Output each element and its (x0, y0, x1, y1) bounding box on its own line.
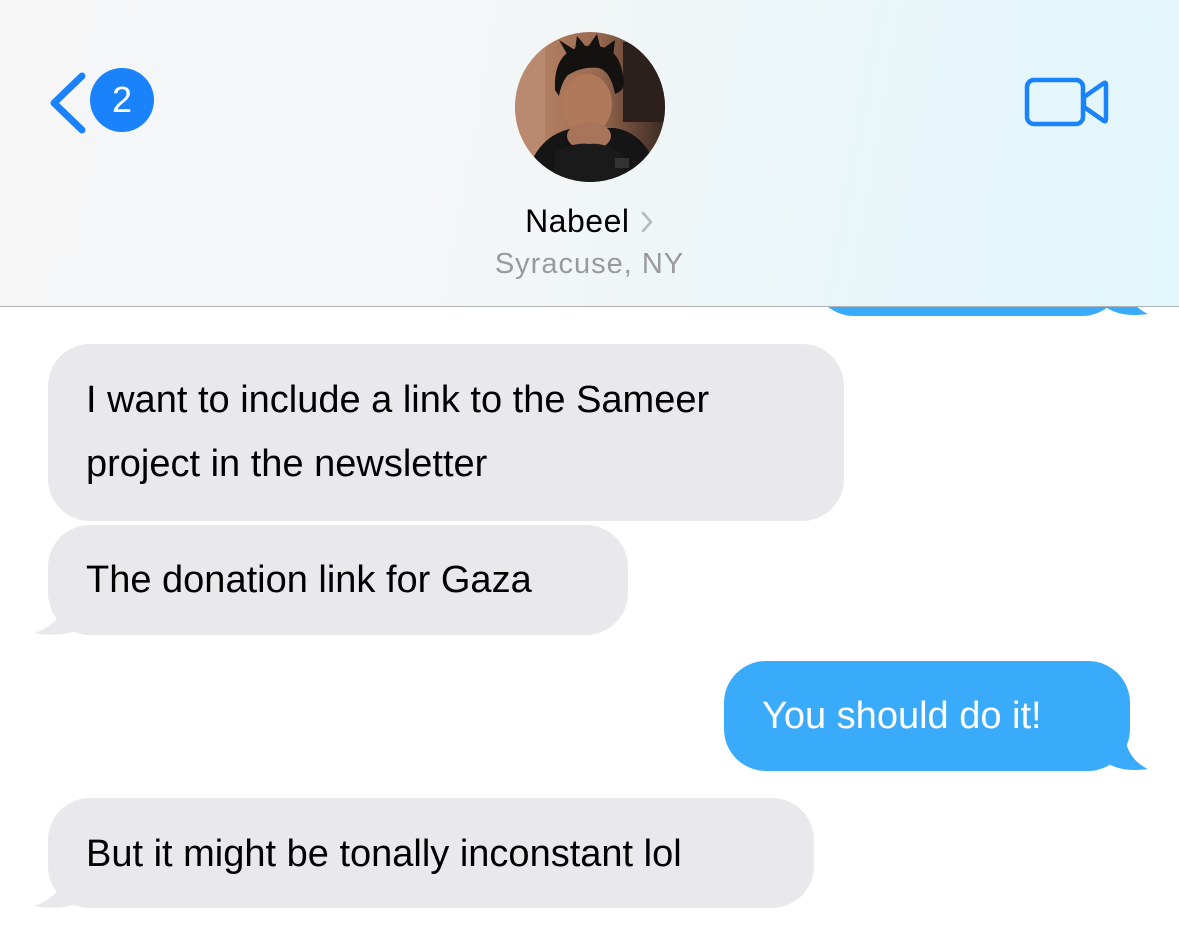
chevron-right-icon (641, 211, 653, 232)
unread-count-badge: 2 (90, 68, 154, 132)
message-bubble-incoming[interactable]: I want to include a link to the Sameer p… (48, 344, 844, 521)
video-camera-icon (1024, 77, 1109, 127)
message-text-line-2: project in the newsletter (86, 443, 488, 485)
message-bubble-outgoing[interactable]: You should do it! (724, 661, 1130, 771)
message-bubble-incoming[interactable]: The donation link for Gaza (48, 525, 628, 635)
bubble-tail-outgoing (1100, 731, 1148, 770)
avatar-photo (515, 32, 665, 182)
message-text: You should do it! (762, 695, 1042, 737)
message-bubble-incoming[interactable]: But it might be tonally inconstant lol (48, 798, 814, 908)
contact-name-row[interactable]: Nabeel (0, 203, 1179, 245)
back-button[interactable]: 2 (44, 66, 160, 138)
contact-name: Nabeel (525, 203, 630, 239)
facetime-video-button[interactable] (1024, 75, 1110, 129)
bubble-tail-incoming (34, 595, 90, 635)
contact-avatar[interactable] (515, 32, 665, 182)
conversation-header: 2 Nabeel Syracuse, NY (0, 0, 1179, 307)
message-text: The donation link for Gaza (86, 559, 532, 601)
contact-location: Syracuse, NY (494, 248, 685, 280)
message-text: But it might be tonally inconstant lol (86, 833, 682, 875)
chevron-left-icon (50, 72, 86, 134)
messages-screen: I want to include a link to the Sameer p… (0, 0, 1179, 931)
message-text-line-1: I want to include a link to the Sameer (86, 379, 710, 421)
bubble-tail-incoming (34, 868, 90, 908)
